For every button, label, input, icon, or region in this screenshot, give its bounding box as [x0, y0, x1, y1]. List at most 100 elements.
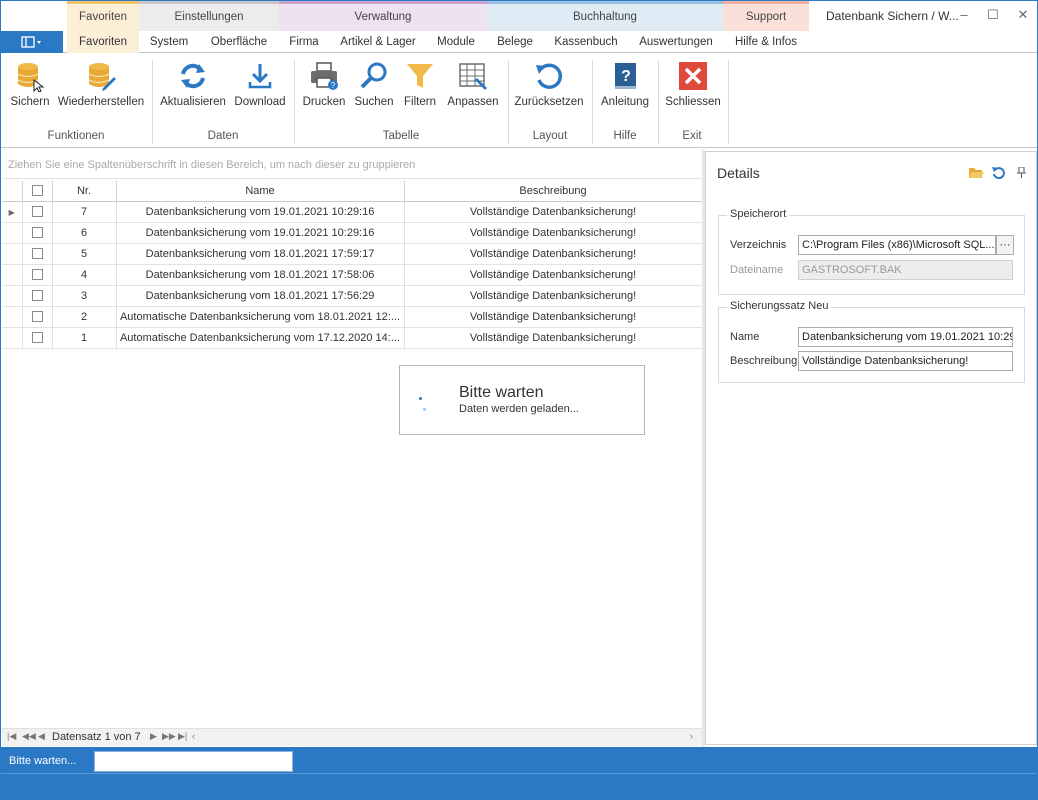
- cell-nr: 6: [52, 222, 117, 244]
- column-header-name[interactable]: Name: [116, 181, 405, 202]
- row-indicator: [2, 285, 23, 307]
- app-menu-button[interactable]: [1, 31, 63, 53]
- current-row-indicator-icon: ▶: [8, 207, 15, 217]
- drucken-button[interactable]: ? Drucken: [301, 60, 347, 118]
- application-window: Favoriten Einstellungen Verwaltung Buchh…: [0, 0, 1038, 800]
- sicherungssatz-legend: Sicherungssatz Neu: [727, 300, 832, 312]
- row-checkbox-cell[interactable]: [22, 222, 53, 244]
- next-page-icon[interactable]: ▶▶: [162, 731, 176, 742]
- anpassen-button[interactable]: Anpassen: [445, 60, 501, 118]
- row-checkbox[interactable]: [31, 269, 43, 281]
- reset-icon: [536, 63, 563, 89]
- row-checkbox[interactable]: [31, 332, 43, 344]
- sichern-button[interactable]: Sichern: [7, 60, 53, 118]
- minimize-button[interactable]: –: [953, 5, 975, 25]
- column-header-beschreibung[interactable]: Beschreibung: [404, 181, 703, 202]
- category-einstellungen[interactable]: Einstellungen: [139, 1, 279, 31]
- grid-header-row: Nr. Name Beschreibung: [2, 181, 703, 202]
- filtern-button[interactable]: Filtern: [399, 60, 441, 118]
- name-label: Name: [730, 331, 760, 343]
- table-row[interactable]: 6 Datenbanksicherung vom 19.01.2021 10:29…: [2, 222, 703, 244]
- table-row[interactable]: 1 Automatische Datenbanksicherung vom 17.…: [2, 327, 703, 349]
- schliessen-button[interactable]: Schliessen: [664, 60, 722, 118]
- loading-spinner-icon: [419, 397, 422, 400]
- folder-open-icon[interactable]: [968, 166, 984, 180]
- group-by-panel[interactable]: Ziehen Sie eine Spaltenüberschrift in di…: [2, 151, 702, 179]
- group-separator: [728, 60, 729, 144]
- row-checkbox-cell[interactable]: [22, 327, 53, 349]
- next-record-icon[interactable]: ▶: [150, 731, 157, 742]
- category-verwaltung[interactable]: Verwaltung: [279, 1, 487, 31]
- name-field[interactable]: Datenbanksicherung vom 19.01.2021 10:29: [798, 327, 1013, 347]
- row-checkbox-cell[interactable]: [22, 201, 53, 223]
- tab-kassenbuch[interactable]: Kassenbuch: [551, 31, 621, 53]
- schliessen-label: Schliessen: [665, 96, 721, 108]
- table-row[interactable]: 5 Datenbanksicherung vom 18.01.2021 17:59…: [2, 243, 703, 265]
- aktualisieren-label: Aktualisieren: [160, 96, 226, 108]
- tab-system[interactable]: System: [141, 31, 197, 53]
- row-checkbox-cell[interactable]: [22, 264, 53, 286]
- tab-favoriten[interactable]: Favoriten: [67, 31, 139, 53]
- group-label-exit: Exit: [682, 130, 702, 142]
- refresh-icon: [181, 63, 205, 89]
- maximize-button[interactable]: ☐: [982, 5, 1004, 25]
- cell-beschreibung: Vollständige Datenbanksicherung!: [404, 243, 703, 265]
- suchen-label: Suchen: [354, 96, 394, 108]
- beschreibung-label: Beschreibung: [730, 355, 798, 367]
- wiederherstellen-button[interactable]: Wiederherstellen: [57, 60, 145, 118]
- suchen-button[interactable]: Suchen: [351, 60, 397, 118]
- row-checkbox-cell[interactable]: [22, 285, 53, 307]
- details-panel: Details Speicherort Verzeichnis C:\Progr…: [705, 151, 1037, 745]
- column-header-nr[interactable]: Nr.: [52, 181, 117, 202]
- prev-record-icon[interactable]: ◀: [38, 731, 45, 742]
- scroll-right-icon[interactable]: ›: [690, 731, 693, 741]
- ribbon: Sichern Wiederherstellen Funktionen Aktu…: [1, 54, 1037, 148]
- status-text: Bitte warten...: [9, 755, 77, 767]
- row-checkbox-cell[interactable]: [22, 243, 53, 265]
- cell-beschreibung: Vollständige Datenbanksicherung!: [404, 222, 703, 244]
- aktualisieren-button[interactable]: Aktualisieren: [159, 60, 227, 118]
- category-support[interactable]: Support: [723, 1, 809, 31]
- table-row[interactable]: 2 Automatische Datenbanksicherung vom 18.…: [2, 306, 703, 328]
- cell-beschreibung: Vollständige Datenbanksicherung!: [404, 306, 703, 328]
- tab-module[interactable]: Module: [431, 31, 481, 53]
- pin-icon[interactable]: [1017, 167, 1026, 178]
- browse-button[interactable]: ···: [996, 235, 1014, 255]
- last-record-icon[interactable]: ▶|: [178, 731, 187, 742]
- status-input[interactable]: [94, 751, 293, 772]
- prev-page-icon[interactable]: ◀◀: [22, 731, 36, 742]
- table-row[interactable]: 3 Datenbanksicherung vom 18.01.2021 17:56…: [2, 285, 703, 307]
- category-buchhaltung[interactable]: Buchhaltung: [487, 1, 723, 31]
- tab-hilfe-infos[interactable]: Hilfe & Infos: [729, 31, 803, 53]
- beschreibung-field[interactable]: Vollständige Datenbanksicherung!: [798, 351, 1013, 371]
- row-indicator: [2, 243, 23, 265]
- row-checkbox[interactable]: [31, 206, 43, 218]
- row-checkbox[interactable]: [31, 290, 43, 302]
- row-checkbox[interactable]: [31, 227, 43, 239]
- tab-oberflaeche[interactable]: Oberfläche: [204, 31, 274, 53]
- table-row[interactable]: ▶ 7 Datenbanksicherung vom 19.01.2021 10:2…: [2, 201, 703, 223]
- tab-firma[interactable]: Firma: [283, 31, 325, 53]
- download-button[interactable]: Download: [233, 60, 287, 118]
- verzeichnis-field[interactable]: C:\Program Files (x86)\Microsoft SQL...: [798, 235, 996, 255]
- zuruecksetzen-button[interactable]: Zurücksetzen: [513, 60, 585, 118]
- anleitung-button[interactable]: ? Anleitung: [599, 60, 651, 118]
- row-checkbox[interactable]: [31, 311, 43, 323]
- scroll-left-icon[interactable]: ‹: [192, 731, 195, 741]
- database-save-icon: [17, 63, 45, 92]
- tab-artikel-lager[interactable]: Artikel & Lager: [336, 31, 420, 53]
- select-all-checkbox-header[interactable]: [22, 181, 53, 202]
- tab-belege[interactable]: Belege: [491, 31, 539, 53]
- row-checkbox-cell[interactable]: [22, 306, 53, 328]
- first-record-icon[interactable]: |◀: [7, 731, 16, 742]
- close-window-button[interactable]: ✕: [1012, 5, 1034, 25]
- select-all-checkbox[interactable]: [31, 185, 43, 197]
- backup-grid: Nr. Name Beschreibung ▶ 7 Datenbanksicheru…: [2, 181, 703, 729]
- cell-name: Datenbanksicherung vom 19.01.2021 10:29:…: [116, 201, 405, 223]
- refresh-icon[interactable]: [992, 165, 1006, 179]
- tab-auswertungen[interactable]: Auswertungen: [633, 31, 719, 53]
- loading-subtitle: Daten werden geladen...: [459, 403, 579, 415]
- row-checkbox[interactable]: [31, 248, 43, 260]
- table-row[interactable]: 4 Datenbanksicherung vom 18.01.2021 17:58…: [2, 264, 703, 286]
- category-favoriten[interactable]: Favoriten: [67, 1, 139, 31]
